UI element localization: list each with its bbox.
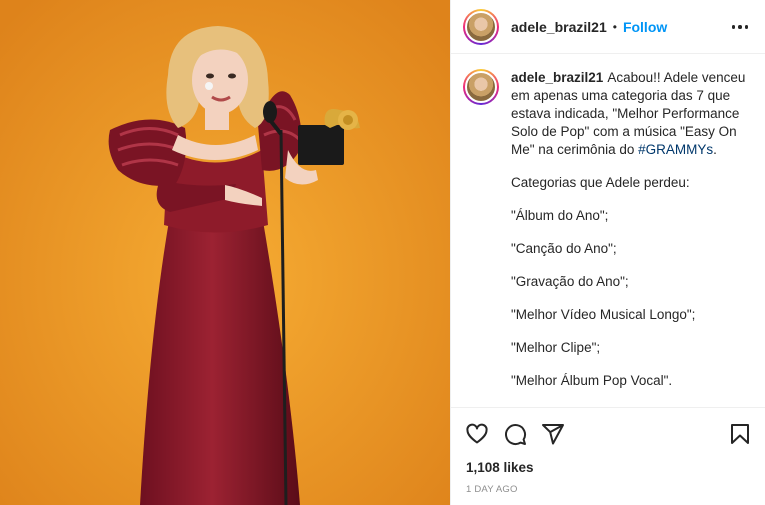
heart-icon[interactable] xyxy=(465,422,489,446)
caption-punctuation: . xyxy=(713,142,717,157)
avatar[interactable] xyxy=(463,8,499,45)
comment-icon[interactable] xyxy=(503,422,527,446)
caption-heading: Categorias que Adele perdeu: xyxy=(511,175,690,190)
header-separator: • xyxy=(612,19,617,34)
header-username[interactable]: adele_brazil21 xyxy=(511,19,607,35)
photo-illustration xyxy=(0,0,450,505)
category-item: "Melhor Clipe"; xyxy=(511,340,601,355)
caption-text: adele_brazil21 Acabou!! Adele venceu em a… xyxy=(511,69,750,390)
instagram-post: adele_brazil21 • Follow adele_brazil21 Ac… xyxy=(0,0,765,505)
post-header: adele_brazil21 • Follow xyxy=(451,0,765,54)
caption-line: Solo de Pop" com a música "Easy On xyxy=(511,124,737,139)
timestamp[interactable]: 1 DAY AGO xyxy=(466,484,518,495)
likes-count[interactable]: 1,108 likes xyxy=(466,460,534,475)
more-options-icon[interactable] xyxy=(728,16,752,38)
category-item: "Canção do Ano"; xyxy=(511,241,617,256)
hashtag-link[interactable]: #GRAMMYs xyxy=(638,142,713,157)
category-item: "Melhor Álbum Pop Vocal". xyxy=(511,373,673,388)
caption-area: adele_brazil21 Acabou!! Adele venceu em a… xyxy=(451,55,765,407)
action-bar xyxy=(451,407,765,457)
category-item: "Melhor Vídeo Musical Longo"; xyxy=(511,307,696,322)
bookmark-icon[interactable] xyxy=(728,422,752,446)
post-photo[interactable] xyxy=(0,0,450,505)
follow-button[interactable]: Follow xyxy=(623,19,667,35)
category-item: "Gravação do Ano"; xyxy=(511,274,629,289)
share-icon[interactable] xyxy=(541,422,565,446)
category-item: "Álbum do Ano"; xyxy=(511,208,609,223)
caption-username[interactable]: adele_brazil21 xyxy=(511,70,603,85)
caption-line: Acabou!! Adele venceu xyxy=(607,70,746,85)
avatar-image xyxy=(465,10,497,43)
caption-line: Me" na cerimônia do xyxy=(511,142,639,157)
caption-avatar[interactable] xyxy=(463,69,499,105)
post-sidebar: adele_brazil21 • Follow adele_brazil21 Ac… xyxy=(450,0,765,505)
caption-line: estava indicada, "Melhor Performance xyxy=(511,106,740,121)
caption-line: em apenas uma categoria das 7 que xyxy=(511,88,731,103)
caption-avatar-image xyxy=(465,71,497,103)
